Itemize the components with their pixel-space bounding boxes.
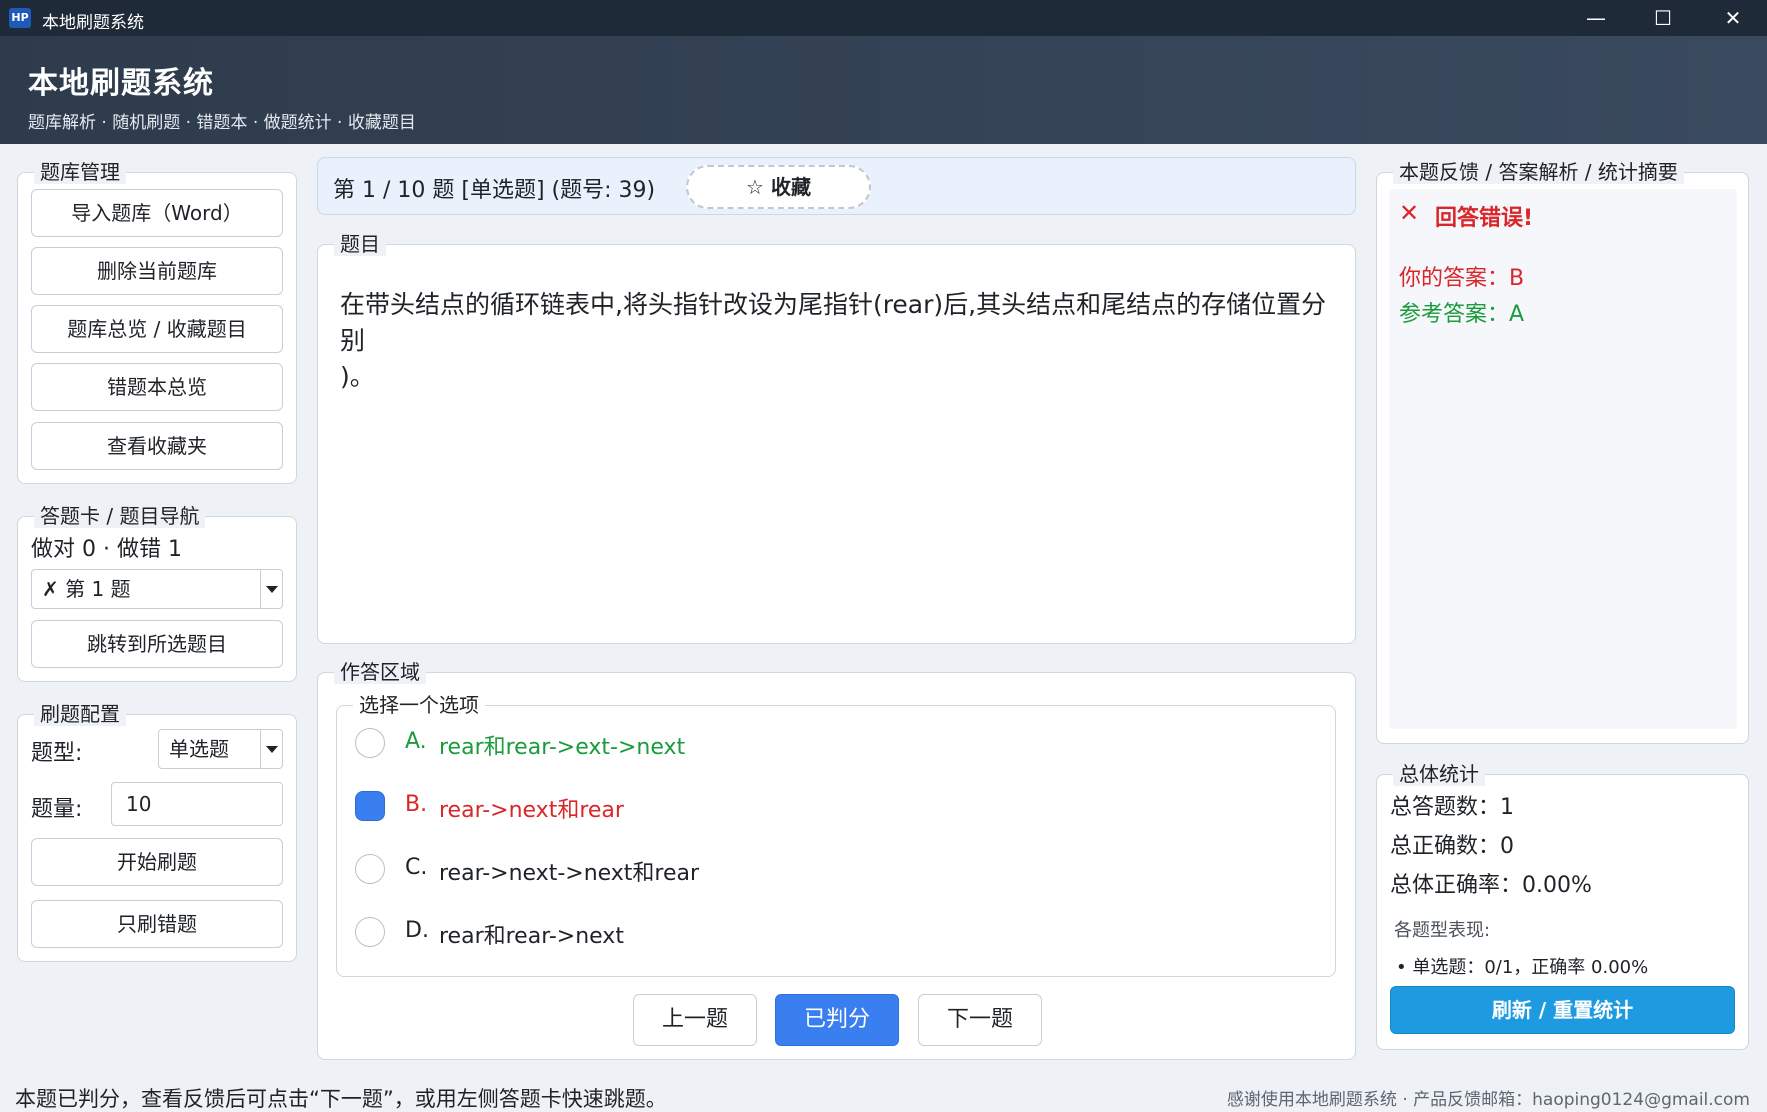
feedback-panel: ✕ 回答错误! 你的答案：B 参考答案：A xyxy=(1389,189,1737,729)
bank-management-title: 题库管理 xyxy=(34,160,126,184)
practice-config-group: 刷题配置 题型: 单选题 题量: 10 开始刷题 只刷错题 xyxy=(17,702,297,962)
next-question-button[interactable]: 下一题 xyxy=(918,994,1042,1046)
option-b-radio[interactable] xyxy=(355,791,385,821)
app-subtitle: 题库解析 · 随机刷题 · 错题本 · 做题统计 · 收藏题目 xyxy=(28,113,416,133)
footer-credit: 感谢使用本地刷题系统 · 产品反馈邮箱：haoping0124@gmail.co… xyxy=(1226,1090,1750,1110)
reference-answer: 参考答案：A xyxy=(1399,302,1525,327)
question-header: 第 1 / 10 题 [单选题] (题号: 39) ☆ 收藏 xyxy=(317,157,1356,215)
status-message: 本题已判分，查看反馈后可点击“下一题”，或用左侧答题卡快速跳题。 xyxy=(15,1087,667,1111)
app-title: 本地刷题系统 xyxy=(28,66,214,101)
option-b[interactable]: B. rear->next和rear xyxy=(355,785,1255,829)
result-text: 回答错误! xyxy=(1435,206,1534,231)
feedback-title: 本题反馈 / 答案解析 / 统计摘要 xyxy=(1393,160,1684,184)
by-type-title: 各题型表现: xyxy=(1394,920,1491,941)
wrong-only-button[interactable]: 只刷错题 xyxy=(31,900,283,948)
option-b-letter: B. xyxy=(405,792,428,817)
wrong-book-button[interactable]: 错题本总览 xyxy=(31,363,283,411)
by-type-line: • 单选题：0/1，正确率 0.00% xyxy=(1396,957,1649,978)
judged-button[interactable]: 已判分 xyxy=(775,994,899,1046)
option-c-letter: C. xyxy=(405,855,428,880)
practice-config-title: 刷题配置 xyxy=(34,702,126,726)
option-b-text: rear->next和rear xyxy=(439,798,624,823)
minimize-button[interactable]: — xyxy=(1566,0,1626,36)
chevron-down-icon xyxy=(260,570,282,608)
question-group: 题目 在带头结点的循环链表中,将头指针改设为尾指针(rear)后,其头结点和尾结… xyxy=(317,232,1356,644)
answer-summary: 做对 0 · 做错 1 xyxy=(31,537,182,562)
favorites-button[interactable]: 查看收藏夹 xyxy=(31,422,283,470)
option-a-letter: A. xyxy=(405,729,427,754)
total-answered: 总答题数：1 xyxy=(1390,795,1514,820)
question-progress: 第 1 / 10 题 [单选题] (题号: 39) xyxy=(333,178,656,203)
import-bank-button[interactable]: 导入题库（Word） xyxy=(31,189,283,237)
overall-rate: 总体正确率：0.00% xyxy=(1390,873,1592,898)
delete-bank-button[interactable]: 删除当前题库 xyxy=(31,247,283,295)
window-titlebar: HP 本地刷题系统 — ☐ ✕ xyxy=(0,0,1767,36)
question-type-value: 单选题 xyxy=(169,737,229,761)
wrong-cross-icon: ✕ xyxy=(1399,199,1420,227)
option-c-radio[interactable] xyxy=(355,854,385,884)
option-d-letter: D. xyxy=(405,918,429,943)
option-d[interactable]: D. rear和rear->next xyxy=(355,911,1255,955)
favorite-button[interactable]: ☆ 收藏 xyxy=(686,165,871,209)
option-a[interactable]: A. rear和rear->ext->next xyxy=(355,722,1255,766)
answer-card-group: 答题卡 / 题目导航 做对 0 · 做错 1 ✗ 第 1 题 跳转到所选题目 xyxy=(17,504,297,682)
question-nav-selected: ✗ 第 1 题 xyxy=(42,577,131,601)
your-answer: 你的答案：B xyxy=(1399,266,1525,291)
start-practice-button[interactable]: 开始刷题 xyxy=(31,838,283,886)
question-section-title: 题目 xyxy=(334,232,386,256)
chevron-down-icon xyxy=(260,730,282,768)
feedback-group: 本题反馈 / 答案解析 / 统计摘要 ✕ 回答错误! 你的答案：B 参考答案：A xyxy=(1376,160,1749,744)
option-c-text: rear->next->next和rear xyxy=(439,861,700,886)
type-label: 题型: xyxy=(31,741,83,766)
maximize-button[interactable]: ☐ xyxy=(1633,0,1693,36)
app-icon: HP xyxy=(9,8,31,28)
question-nav-select[interactable]: ✗ 第 1 题 xyxy=(31,569,283,609)
overall-stats-group: 总体统计 总答题数：1 总正确数：0 总体正确率：0.00% 各题型表现: • … xyxy=(1376,762,1749,1050)
prev-question-button[interactable]: 上一题 xyxy=(633,994,757,1046)
option-d-radio[interactable] xyxy=(355,917,385,947)
options-group: 选择一个选项 A. rear和rear->ext->next B. rear->… xyxy=(336,693,1336,977)
app-header: 本地刷题系统 题库解析 · 随机刷题 · 错题本 · 做题统计 · 收藏题目 xyxy=(0,36,1767,144)
bank-overview-button[interactable]: 题库总览 / 收藏题目 xyxy=(31,305,283,353)
overall-stats-title: 总体统计 xyxy=(1393,762,1485,786)
bank-management-group: 题库管理 导入题库（Word） 删除当前题库 题库总览 / 收藏题目 错题本总览… xyxy=(17,160,297,484)
answer-card-title: 答题卡 / 题目导航 xyxy=(34,504,206,528)
question-text: 在带头结点的循环链表中,将头指针改设为尾指针(rear)后,其头结点和尾结点的存… xyxy=(340,290,1327,391)
option-a-text: rear和rear->ext->next xyxy=(439,735,686,760)
refresh-stats-button[interactable]: 刷新 / 重置统计 xyxy=(1390,986,1735,1034)
question-count-input[interactable]: 10 xyxy=(111,782,283,826)
jump-to-question-button[interactable]: 跳转到所选题目 xyxy=(31,620,283,668)
option-c[interactable]: C. rear->next->next和rear xyxy=(355,848,1255,892)
close-button[interactable]: ✕ xyxy=(1703,0,1763,36)
window-title: 本地刷题系统 xyxy=(42,13,144,33)
option-a-radio[interactable] xyxy=(355,728,385,758)
total-correct: 总正确数：0 xyxy=(1390,834,1514,859)
question-type-select[interactable]: 单选题 xyxy=(158,729,283,769)
options-group-title: 选择一个选项 xyxy=(353,693,485,717)
option-d-text: rear和rear->next xyxy=(439,924,624,949)
answer-area-title: 作答区域 xyxy=(334,660,426,684)
count-label: 题量: xyxy=(31,797,83,822)
